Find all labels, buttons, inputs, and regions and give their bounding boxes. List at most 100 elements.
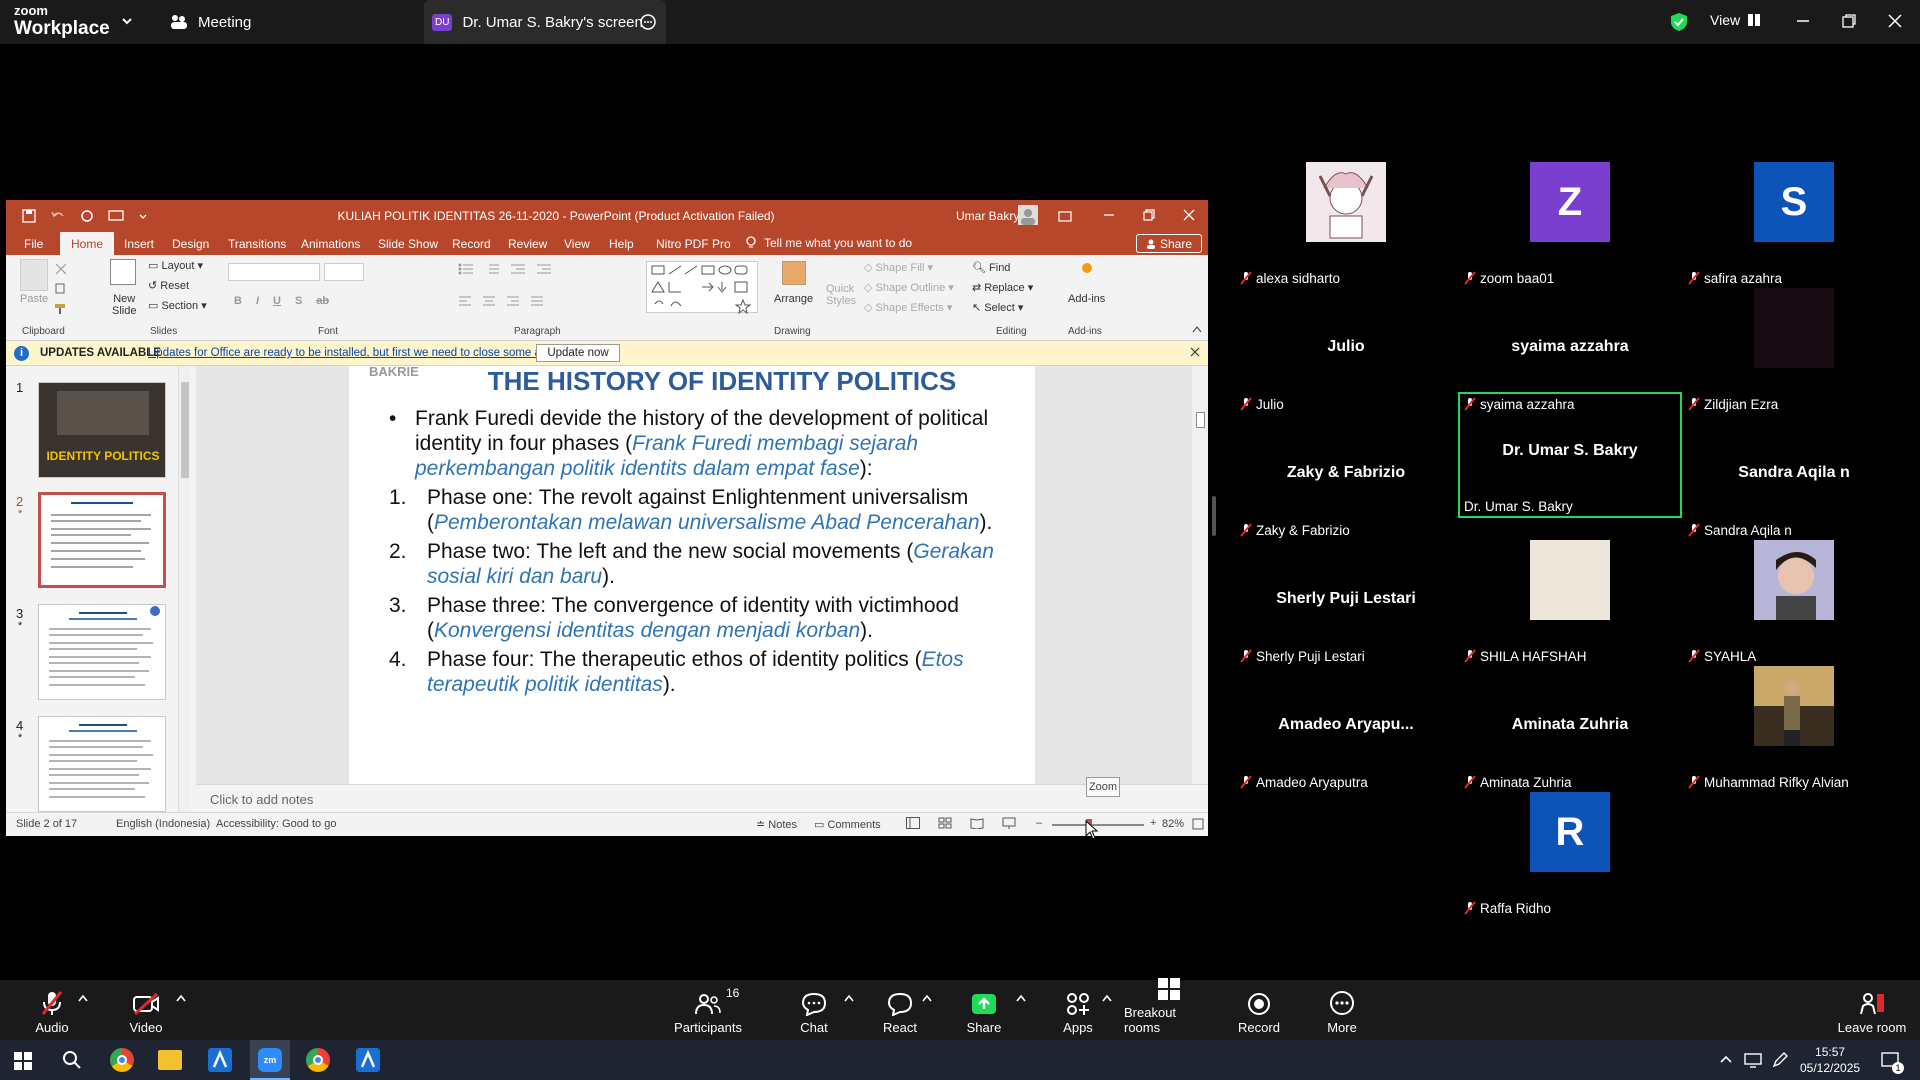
notes-pane[interactable]: Click to add notes [196, 784, 1208, 812]
tab-transitions[interactable]: Transitions [228, 237, 286, 251]
font-name-dropdown[interactable] [228, 263, 320, 281]
bullets-icon[interactable] [458, 263, 474, 275]
arrange-icon[interactable] [782, 261, 806, 285]
section-button[interactable]: ▭ Section ▾ [148, 299, 207, 312]
shield-icon[interactable] [1670, 12, 1688, 32]
tab-file[interactable]: File [24, 237, 43, 251]
zoom-taskbar-button[interactable]: zm [250, 1040, 290, 1080]
react-options-caret-icon[interactable] [922, 994, 932, 1002]
slide-thumbnail-2[interactable] [38, 492, 166, 588]
tab-record[interactable]: Record [452, 237, 491, 251]
azure-data-studio-icon[interactable] [208, 1048, 232, 1072]
underline-icon[interactable]: U [273, 295, 281, 307]
record-button[interactable]: Record [1236, 980, 1282, 1040]
reset-button[interactable]: ↺ Reset [148, 279, 189, 292]
chat-button[interactable]: Chat [794, 980, 834, 1040]
strikethrough-icon[interactable]: ab [316, 295, 329, 307]
accessibility-status[interactable]: Accessibility: Good to go [216, 818, 336, 830]
new-slide-icon[interactable] [110, 259, 136, 285]
thumbs-scroll-thumb[interactable] [181, 382, 189, 478]
fit-slide-icon[interactable] [1192, 818, 1204, 830]
tab-animations[interactable]: Animations [301, 237, 360, 251]
format-painter-icon[interactable] [54, 303, 68, 315]
slideshow-view-icon[interactable] [1002, 817, 1016, 829]
splitter-handle[interactable] [1212, 496, 1216, 536]
participant-tile[interactable]: Aminata Zuhria Aminata Zuhria [1458, 666, 1682, 792]
bold-icon[interactable]: B [234, 295, 242, 307]
shape-outline-button[interactable]: ◇ Shape Outline ▾ [864, 281, 954, 294]
participant-tile[interactable]: Zildjian Ezra [1682, 288, 1906, 414]
audio-options-caret-icon[interactable] [78, 994, 88, 1002]
ppt-user-name[interactable]: Umar Bakry [956, 209, 1019, 223]
pen-icon[interactable] [1772, 1052, 1788, 1068]
zoom-out-icon[interactable]: – [1036, 817, 1042, 829]
select-button[interactable]: ↖ Select ▾ [972, 301, 1023, 314]
italic-icon[interactable]: I [256, 295, 259, 307]
current-slide[interactable]: BAKRIE THE HISTORY OF IDENTITY POLITICS … [349, 366, 1035, 784]
shape-fill-button[interactable]: ◇ Shape Fill ▾ [864, 261, 933, 274]
redo-icon[interactable] [80, 209, 94, 223]
tab-help[interactable]: Help [609, 237, 634, 251]
file-explorer-icon[interactable] [158, 1050, 182, 1070]
restore-icon[interactable] [1842, 14, 1856, 28]
align-left-icon[interactable] [458, 295, 472, 307]
slide-thumbnail-3[interactable] [38, 604, 166, 700]
font-size-dropdown[interactable] [324, 263, 364, 281]
view-button[interactable]: View [1710, 12, 1761, 28]
dismiss-update-icon[interactable] [1190, 347, 1200, 357]
new-slide-button[interactable]: New Slide [112, 293, 136, 317]
shapes-gallery[interactable] [646, 261, 758, 314]
participant-tile[interactable]: Amadeo Aryapu... Amadeo Aryaputra [1234, 666, 1458, 792]
normal-view-icon[interactable] [906, 817, 920, 829]
chrome-profile-icon[interactable] [306, 1048, 330, 1072]
participant-tile[interactable]: SYAHLA [1682, 540, 1906, 666]
user-avatar-icon[interactable] [1018, 205, 1038, 225]
search-icon[interactable] [62, 1050, 82, 1070]
apps-options-caret-icon[interactable] [1102, 994, 1112, 1002]
addins-icon[interactable] [1082, 263, 1092, 273]
present-icon[interactable] [108, 209, 124, 223]
paste-label[interactable]: Paste [20, 293, 48, 305]
zoom-in-icon[interactable]: + [1150, 817, 1156, 829]
participants-button[interactable]: 16 Participants [668, 980, 748, 1040]
notes-button[interactable]: ≐ Notes [756, 818, 797, 831]
arrange-label[interactable]: Arrange [774, 293, 813, 305]
tab-slide-show[interactable]: Slide Show [378, 237, 438, 251]
numbering-icon[interactable] [484, 263, 500, 275]
leave-room-button[interactable]: Leave room [1836, 980, 1908, 1040]
zoom-percent[interactable]: 82% [1162, 818, 1184, 830]
addins-label[interactable]: Add-ins [1068, 293, 1105, 305]
sorter-view-icon[interactable] [938, 817, 952, 829]
justify-icon[interactable] [530, 295, 544, 307]
tab-design[interactable]: Design [172, 237, 209, 251]
save-icon[interactable] [22, 209, 36, 223]
participant-tile[interactable]: Muhammad Rifky Alvian [1682, 666, 1906, 792]
ribbon-display-icon[interactable] [1058, 209, 1072, 223]
participant-tile-active-speaker[interactable]: Dr. Umar S. Bakry Dr. Umar S. Bakry [1458, 392, 1682, 518]
apps-button[interactable]: Apps [1056, 980, 1100, 1040]
audio-button[interactable]: Audio [30, 980, 74, 1040]
align-center-icon[interactable] [482, 295, 496, 307]
participant-tile[interactable]: Z zoom baa01 [1458, 162, 1682, 288]
update-message-link[interactable]: Updates for Office are ready to be insta… [148, 347, 563, 359]
tell-me-search[interactable]: Tell me what you want to do [746, 236, 912, 250]
share-screen-button[interactable]: Share [962, 980, 1006, 1040]
video-options-caret-icon[interactable] [176, 994, 186, 1002]
chat-options-caret-icon[interactable] [844, 994, 854, 1002]
reading-view-icon[interactable] [970, 817, 984, 829]
more-button[interactable]: More [1320, 980, 1364, 1040]
tab-view[interactable]: View [564, 237, 590, 251]
ppt-close-icon[interactable] [1183, 209, 1195, 221]
minimize-icon[interactable] [1796, 14, 1810, 28]
slide-thumbnail-1[interactable]: IDENTITY POLITICS [38, 382, 166, 478]
tab-home[interactable]: Home [60, 232, 114, 255]
participant-tile[interactable]: S safira azahra [1682, 162, 1906, 288]
share-options-caret-icon[interactable] [1016, 994, 1026, 1002]
chrome-icon[interactable] [110, 1048, 134, 1072]
paste-icon[interactable] [20, 259, 48, 291]
more-options-icon[interactable] [640, 14, 656, 30]
windows-start-icon[interactable] [14, 1052, 32, 1070]
share-button[interactable]: Share [1136, 234, 1202, 253]
clock[interactable]: 15:57 05/12/2025 [1800, 1044, 1860, 1076]
shape-effects-button[interactable]: ◇ Shape Effects ▾ [864, 301, 952, 314]
